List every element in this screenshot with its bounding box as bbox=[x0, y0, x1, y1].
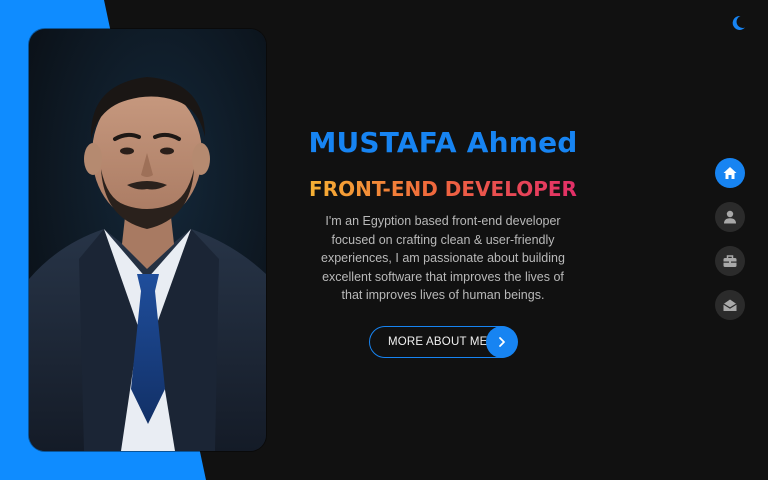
page: MUSTAFA Ahmed FRONT-END DEVELOPER I'm an… bbox=[0, 0, 768, 480]
more-about-me-button[interactable]: MORE ABOUT ME bbox=[369, 325, 518, 358]
nav-home-button[interactable] bbox=[715, 158, 745, 188]
side-navigation bbox=[715, 158, 745, 334]
hero-role: FRONT-END DEVELOPER bbox=[300, 174, 586, 204]
chevron-right-icon bbox=[485, 325, 518, 358]
home-icon bbox=[723, 167, 737, 179]
hero-name: MUSTAFA Ahmed bbox=[308, 126, 578, 159]
nav-about-button[interactable] bbox=[715, 202, 745, 232]
nav-portfolio-button[interactable] bbox=[715, 246, 745, 276]
hero-intro: I'm an Egyption based front-end develope… bbox=[321, 214, 565, 302]
profile-photo bbox=[29, 29, 266, 451]
hero-section: MUSTAFA Ahmed FRONT-END DEVELOPER I'm an… bbox=[300, 118, 586, 305]
envelope-open-icon bbox=[723, 299, 737, 311]
portrait-illustration bbox=[29, 29, 266, 451]
user-icon bbox=[724, 210, 736, 224]
theme-toggle-moon-icon[interactable] bbox=[729, 14, 747, 32]
more-about-me-label: MORE ABOUT ME bbox=[388, 336, 488, 348]
nav-contact-button[interactable] bbox=[715, 290, 745, 320]
briefcase-icon bbox=[723, 255, 737, 267]
